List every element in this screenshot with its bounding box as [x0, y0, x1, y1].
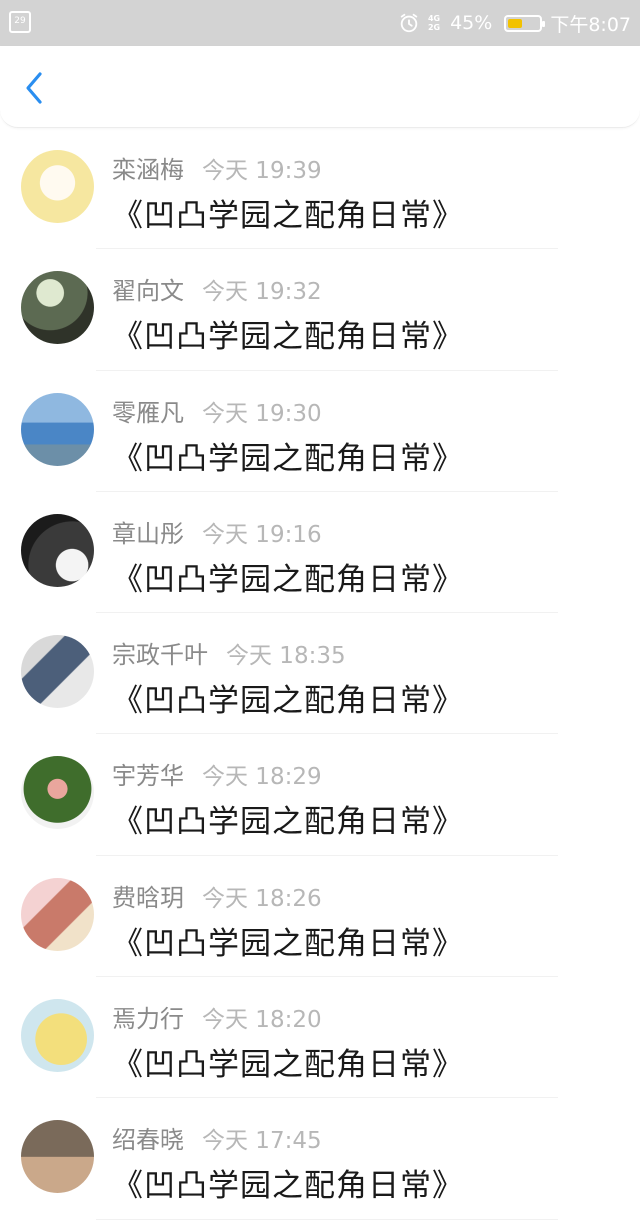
message-time: 今天 18:20 — [202, 1007, 322, 1034]
network-2g-label: 2G — [427, 23, 441, 32]
avatar[interactable] — [21, 392, 94, 466]
message-text: 《凹凸学园之配角日常》 — [112, 1047, 464, 1084]
name-line: 栾涵梅 今天 19:39 — [112, 150, 322, 184]
name-line: 宇芳华 今天 18:29 — [112, 756, 322, 791]
message-time: 今天 19:16 — [202, 521, 322, 548]
avatar[interactable] — [21, 513, 94, 587]
message-text: 《凹凸学园之配角日常》 — [112, 440, 464, 477]
message-text: 《凹凸学园之配角日常》 — [112, 198, 464, 234]
avatar[interactable] — [21, 756, 94, 830]
sender-name: 零雁凡 — [112, 398, 184, 427]
list-item-4[interactable]: 章山彤 今天 19:16 《凹凸学园之配角日常》 — [0, 492, 640, 614]
status-clock: 下午8:07 — [550, 13, 631, 36]
list-item-5[interactable]: 宗政千叶 今天 18:35 《凹凸学园之配角日常》 — [0, 613, 640, 735]
battery-fill — [508, 18, 522, 28]
status-bar: 29 4G 2G 45% 下午8:07 — [0, 0, 640, 46]
list-item-3[interactable]: 零雁凡 今天 19:30 《凹凸学园之配角日常》 — [0, 371, 640, 492]
avatar[interactable] — [21, 1120, 94, 1194]
nav-bar — [0, 46, 640, 128]
name-line: 绍春晓 今天 17:45 — [112, 1120, 322, 1155]
name-line: 焉力行 今天 18:20 — [112, 999, 322, 1034]
message-text: 《凹凸学园之配角日常》 — [112, 925, 464, 962]
list-item-2[interactable]: 翟向文 今天 19:32 《凹凸学园之配角日常》 — [0, 249, 640, 371]
sender-name: 费晗玥 — [112, 883, 184, 912]
avatar[interactable] — [21, 999, 94, 1073]
message-text: 《凹凸学园之配角日常》 — [112, 319, 464, 356]
alarm-clock-icon — [400, 13, 418, 33]
message-text: 《凹凸学园之配角日常》 — [112, 561, 464, 598]
message-text: 《凹凸学园之配角日常》 — [112, 683, 464, 720]
message-time: 今天 18:35 — [226, 643, 346, 670]
name-line: 翟向文 今天 19:32 — [112, 271, 322, 306]
sender-name: 焉力行 — [112, 1005, 184, 1034]
calendar-icon: 29 — [9, 11, 31, 33]
message-time: 今天 19:39 — [202, 158, 322, 184]
status-indicators: 4G 2G 45% 下午8:07 — [398, 0, 631, 46]
list-item-6[interactable]: 宇芳华 今天 18:29 《凹凸学园之配角日常》 — [0, 734, 640, 856]
list-item-8[interactable]: 焉力行 今天 18:20 《凹凸学园之配角日常》 — [0, 977, 640, 1099]
message-time: 今天 19:32 — [202, 279, 322, 306]
message-list: 栾涵梅 今天 19:39 《凹凸学园之配角日常》 翟向文 今天 19:32 《凹… — [0, 128, 640, 1220]
message-time: 今天 19:30 — [202, 400, 322, 427]
name-line: 零雁凡 今天 19:30 — [112, 393, 322, 427]
list-item-9[interactable]: 绍春晓 今天 17:45 《凹凸学园之配角日常》 — [0, 1098, 640, 1220]
name-line: 宗政千叶 今天 18:35 — [112, 635, 346, 670]
avatar[interactable] — [21, 150, 94, 223]
avatar[interactable] — [21, 635, 94, 709]
name-line: 费晗玥 今天 18:26 — [112, 878, 322, 912]
sender-name: 翟向文 — [112, 277, 184, 306]
signal-icon: 4G 2G — [428, 14, 440, 32]
message-text: 《凹凸学园之配角日常》 — [112, 1168, 464, 1205]
message-time: 今天 18:26 — [202, 885, 322, 912]
sender-name: 宗政千叶 — [112, 641, 208, 670]
chevron-left-icon — [26, 72, 42, 104]
avatar[interactable] — [21, 271, 94, 345]
sender-name: 章山彤 — [112, 519, 184, 548]
list-item-7[interactable]: 费晗玥 今天 18:26 《凹凸学园之配角日常》 — [0, 856, 640, 978]
avatar[interactable] — [21, 877, 94, 951]
sender-name: 宇芳华 — [112, 762, 184, 791]
name-line: 章山彤 今天 19:16 — [112, 514, 322, 548]
message-text: 《凹凸学园之配角日常》 — [112, 804, 464, 841]
network-4g-label: 4G — [427, 14, 441, 23]
back-button[interactable] — [14, 66, 54, 110]
battery-percent: 45% — [450, 12, 493, 34]
list-item-1[interactable]: 栾涵梅 今天 19:39 《凹凸学园之配角日常》 — [0, 128, 640, 250]
sender-name: 栾涵梅 — [112, 156, 184, 184]
message-time: 今天 17:45 — [202, 1128, 322, 1155]
battery-icon — [504, 14, 546, 32]
message-time: 今天 18:29 — [202, 764, 322, 791]
